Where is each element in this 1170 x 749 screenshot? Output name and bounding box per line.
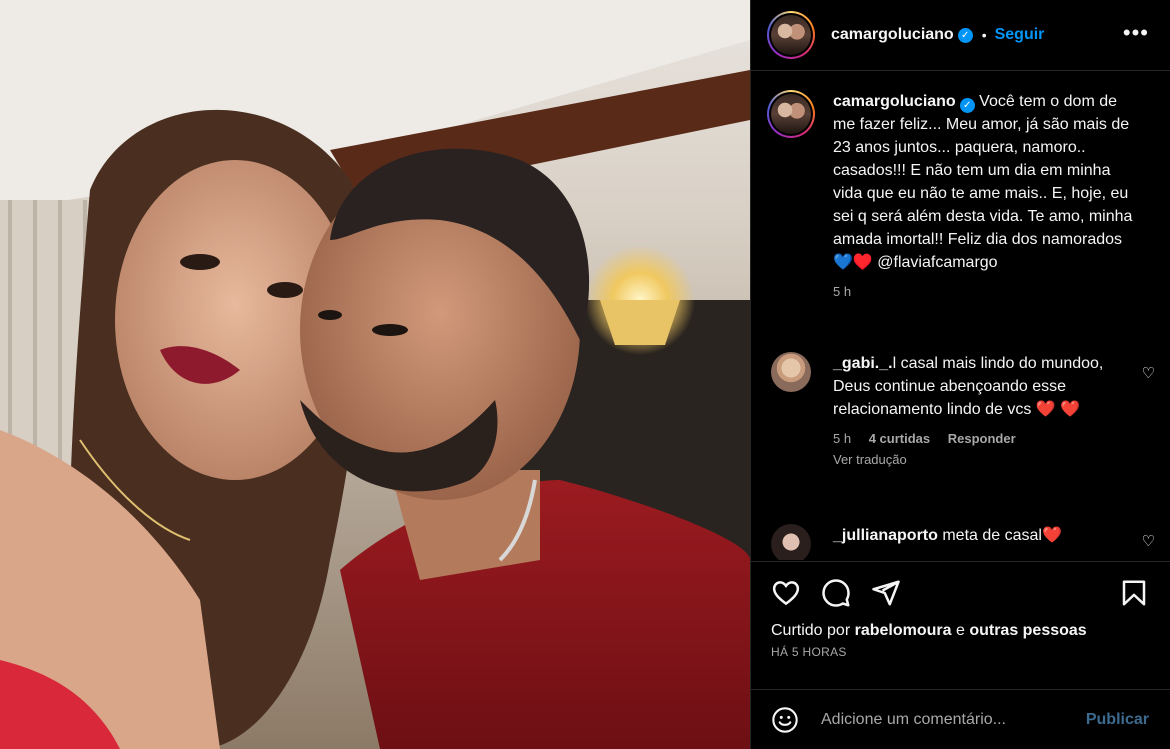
commenter-username[interactable]: _jullianaporto bbox=[833, 527, 938, 544]
commenter-username[interactable]: _gabi._. bbox=[833, 355, 893, 372]
verified-badge-icon: ✓ bbox=[957, 27, 973, 43]
comment-text: _gabi._.l casal mais lindo do mundoo, De… bbox=[833, 352, 1129, 421]
follow-button[interactable]: Seguir bbox=[995, 26, 1045, 44]
add-comment-bar: Publicar bbox=[751, 689, 1170, 749]
comment-likes[interactable]: 4 curtidas bbox=[869, 431, 930, 446]
publish-button[interactable]: Publicar bbox=[1086, 711, 1149, 729]
author-username[interactable]: camargoluciano bbox=[831, 26, 954, 44]
comment-meta: 5 h 4 curtidas Responder bbox=[833, 431, 1129, 446]
caption-time[interactable]: 5 h bbox=[833, 284, 851, 299]
post-header: camargoluciano ✓ • Seguir ••• bbox=[751, 0, 1170, 71]
save-icon[interactable] bbox=[1119, 578, 1149, 608]
caption-author-avatar[interactable] bbox=[767, 90, 815, 138]
comments-list[interactable]: camargoluciano ✓ Você tem o dom de me faz… bbox=[751, 72, 1170, 560]
caption-text: camargoluciano ✓ Você tem o dom de me faz… bbox=[833, 90, 1133, 274]
comment-icon[interactable] bbox=[821, 578, 851, 608]
likes-middle: e bbox=[951, 622, 970, 639]
commenter-avatar[interactable] bbox=[771, 352, 811, 392]
avatar-image bbox=[771, 15, 811, 55]
like-comment-heart-icon[interactable]: ♡ bbox=[1142, 364, 1155, 382]
post-caption: camargoluciano ✓ Você tem o dom de me faz… bbox=[767, 90, 1133, 299]
comment-input[interactable] bbox=[821, 710, 1071, 729]
commenter-avatar[interactable] bbox=[771, 524, 811, 560]
comment-item: _jullianaporto meta de casal❤️ ♡ bbox=[771, 524, 1161, 560]
likes-others-link[interactable]: outras pessoas bbox=[969, 622, 1086, 639]
verified-badge-icon: ✓ bbox=[959, 98, 975, 113]
heart-icon[interactable] bbox=[771, 578, 801, 608]
liker-username[interactable]: rabelomoura bbox=[855, 622, 952, 639]
comment-text: _jullianaporto meta de casal❤️ bbox=[833, 524, 1129, 547]
comment-time[interactable]: 5 h bbox=[833, 431, 851, 446]
couple-photo-illustration bbox=[0, 0, 750, 749]
likes-summary: Curtido por rabelomoura e outras pessoas bbox=[771, 622, 1087, 640]
separator-dot: • bbox=[981, 27, 987, 43]
avatar-image bbox=[771, 94, 811, 134]
like-comment-heart-icon[interactable]: ♡ bbox=[1142, 532, 1155, 550]
post-side-panel: camargoluciano ✓ • Seguir ••• camargoluc… bbox=[750, 0, 1170, 749]
post-actions: Curtido por rabelomoura e outras pessoas… bbox=[751, 561, 1170, 689]
share-icon[interactable] bbox=[871, 578, 901, 608]
author-avatar[interactable] bbox=[767, 11, 815, 59]
comment-item: _gabi._.l casal mais lindo do mundoo, De… bbox=[771, 352, 1161, 467]
caption-username[interactable]: camargoluciano bbox=[833, 93, 956, 110]
more-options-icon[interactable]: ••• bbox=[1123, 22, 1149, 44]
reply-button[interactable]: Responder bbox=[948, 431, 1016, 446]
see-translation-button[interactable]: Ver tradução bbox=[833, 452, 1129, 467]
post-timestamp[interactable]: HÁ 5 HORAS bbox=[771, 645, 847, 659]
comment-body: meta de casal❤️ bbox=[937, 527, 1062, 544]
caption-body: Você tem o dom de me fazer feliz... Meu … bbox=[833, 93, 1133, 271]
post-photo[interactable] bbox=[0, 0, 750, 749]
likes-prefix: Curtido por bbox=[771, 622, 855, 639]
caption-meta: 5 h bbox=[833, 284, 1133, 299]
emoji-icon[interactable] bbox=[771, 706, 799, 734]
